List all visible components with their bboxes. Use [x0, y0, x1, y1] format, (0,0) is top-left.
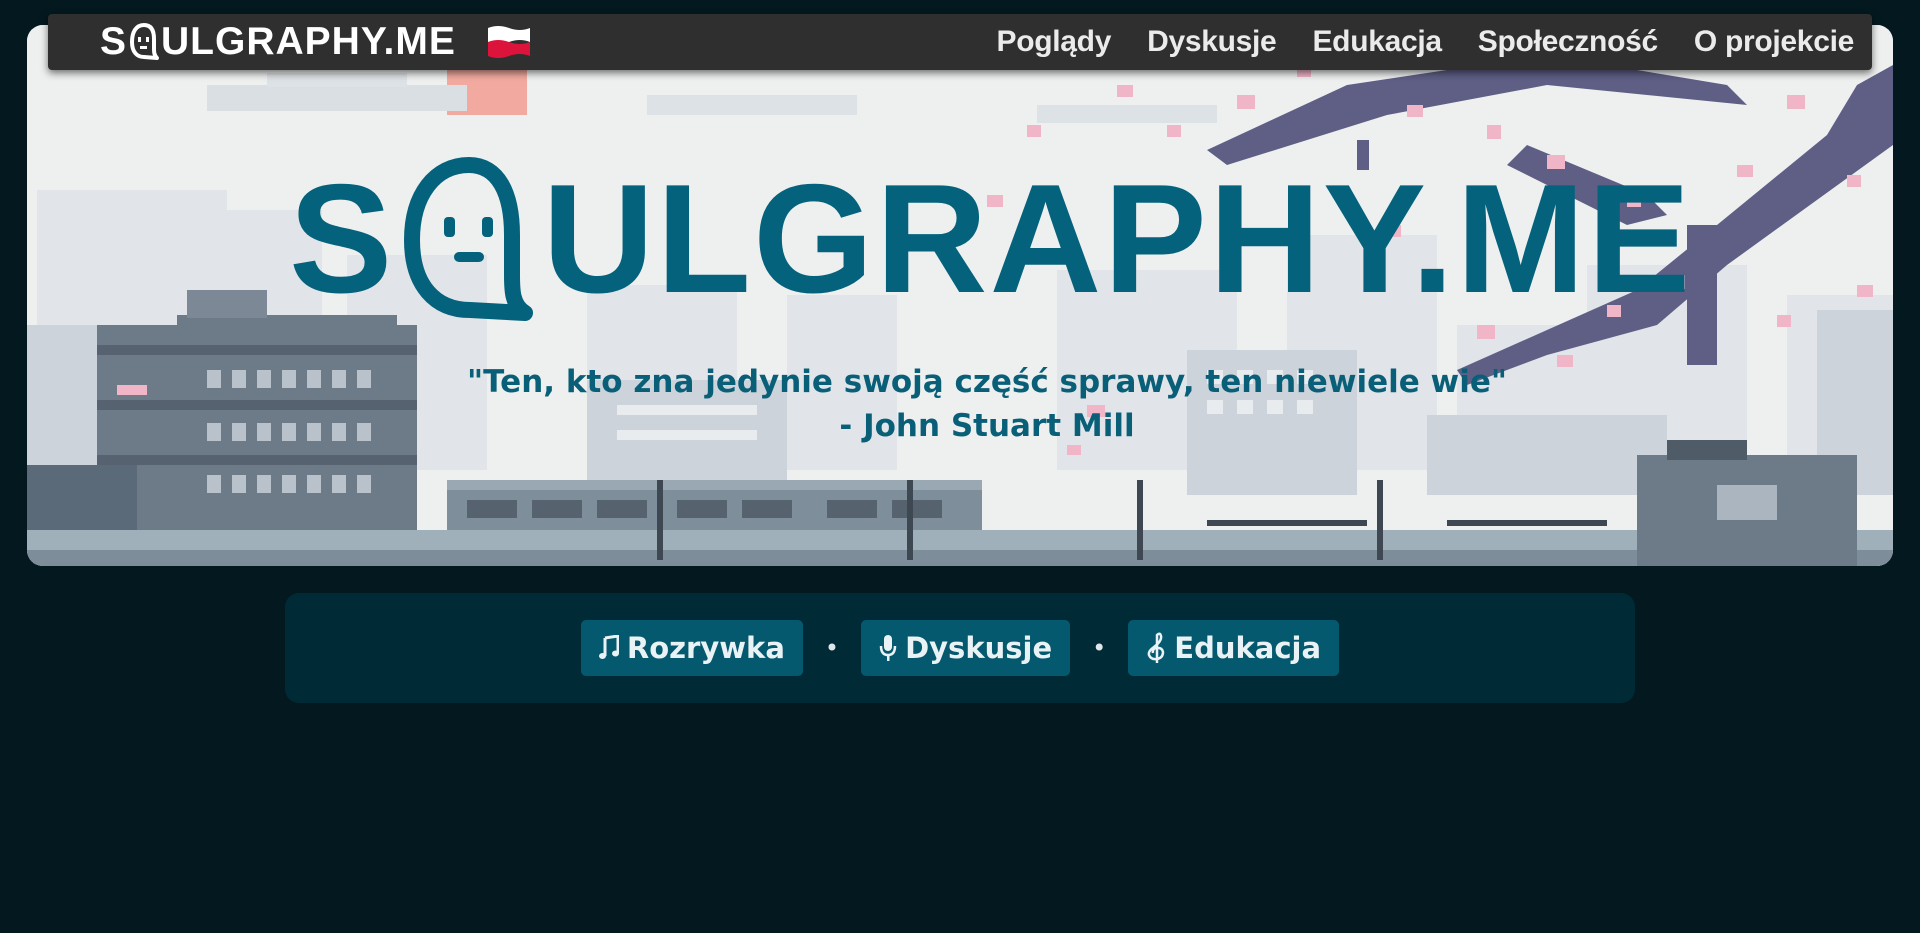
- nav-item-poglady[interactable]: Poglądy: [997, 25, 1112, 59]
- category-label: Rozrywka: [626, 631, 785, 665]
- hero-quote: "Ten, kto zna jedynie swoją część sprawy…: [467, 364, 1507, 444]
- category-bar: Rozrywka • Dyskusje • Edukacja: [285, 593, 1635, 703]
- nav-item-edukacja[interactable]: Edukacja: [1312, 25, 1442, 59]
- brand-suffix: ULGRAPHY.ME: [161, 20, 456, 63]
- category-separator: •: [824, 634, 840, 662]
- brand-text: S ULGRAPHY.ME: [100, 22, 456, 62]
- brand-prefix: S: [100, 20, 128, 63]
- nav-item-dyskusje[interactable]: Dyskusje: [1147, 25, 1277, 59]
- ghost-logo-icon: [130, 23, 160, 60]
- category-edukacja-button[interactable]: Edukacja: [1128, 620, 1340, 676]
- hero-title-prefix: S: [289, 152, 395, 325]
- hero-title: S ULGRAPHY.ME: [289, 155, 1693, 323]
- hero-banner: S ULGRAPHY.ME "Ten, kto zna jedynie swoj…: [27, 25, 1893, 566]
- category-dyskusje-button[interactable]: Dyskusje: [861, 620, 1071, 676]
- category-separator: •: [1092, 634, 1107, 662]
- category-label: Edukacja: [1174, 631, 1322, 665]
- category-rozrywka-button[interactable]: Rozrywka: [580, 620, 803, 676]
- brand-logo[interactable]: S ULGRAPHY.ME: [100, 22, 532, 62]
- category-label: Dyskusje: [905, 631, 1053, 665]
- nav-menu: Poglądy Dyskusje Edukacja Społeczność O …: [997, 14, 1855, 70]
- nav-item-o-projekcie[interactable]: O projekcie: [1694, 25, 1854, 59]
- music-note-icon: [598, 635, 619, 661]
- treble-clef-icon: [1146, 632, 1166, 664]
- hero-title-suffix: ULGRAPHY.ME: [542, 152, 1693, 325]
- nav-item-spolecznosc[interactable]: Społeczność: [1478, 25, 1658, 59]
- ghost-logo-icon: [404, 157, 534, 321]
- polish-flag-icon[interactable]: [486, 24, 532, 60]
- top-navbar: S ULGRAPHY.ME Poglądy Dyskusje Edukacja …: [48, 14, 1872, 70]
- microphone-icon: [879, 634, 897, 662]
